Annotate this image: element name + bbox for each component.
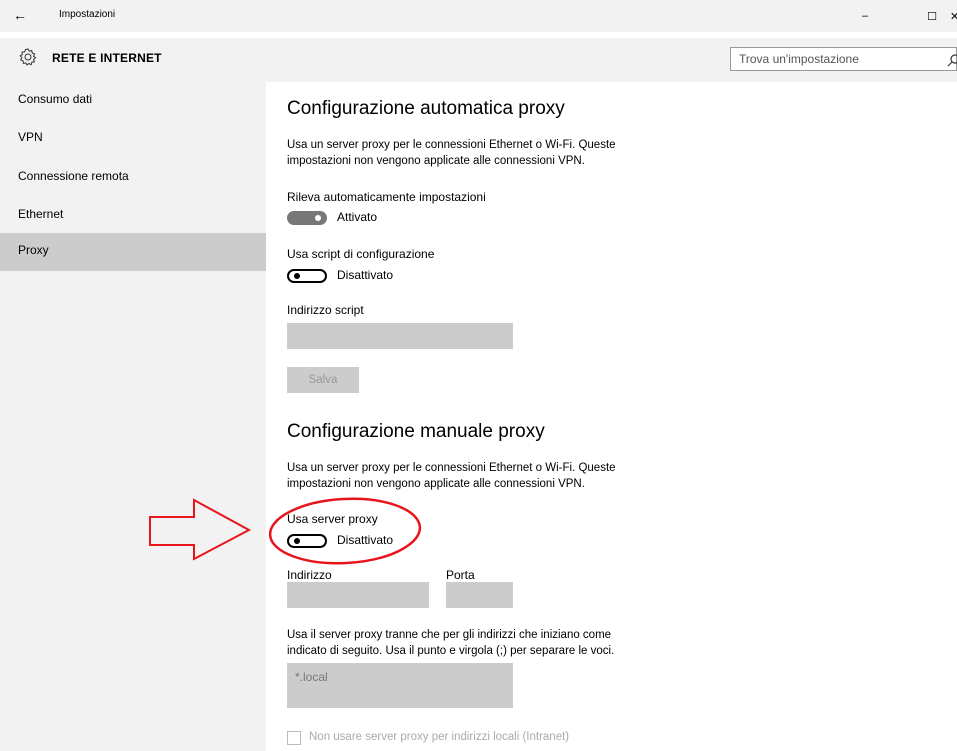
manual-proxy-heading: Configurazione manuale proxy [287,421,545,442]
annotation-ellipse [268,497,422,565]
script-address-input[interactable] [287,323,513,349]
detect-settings-toggle[interactable] [287,211,327,225]
sidebar-item-consumo-dati[interactable]: Consumo dati [0,82,266,120]
page-header: RETE E INTERNET [0,38,957,82]
port-input[interactable] [446,582,513,608]
sidebar-item-label: Connessione remota [18,169,129,183]
auto-proxy-description-line-1: Usa un server proxy per le connessioni E… [287,139,616,151]
sidebar-item-connessione-remota[interactable]: Connessione remota [0,159,266,197]
close-button[interactable]: ✕ [950,0,957,32]
search-input[interactable] [739,52,939,66]
bypass-local-checkbox[interactable] [287,731,301,745]
maximize-icon: ☐ [927,10,937,23]
auto-proxy-description-line-2: impostazioni non vengono applicate alle … [287,155,585,167]
manual-proxy-description-line-1: Usa un server proxy per le connessioni E… [287,462,616,474]
sidebar-item-label: Consumo dati [18,92,93,106]
config-script-toggle[interactable] [287,269,327,283]
sidebar-item-label: Ethernet [18,207,64,221]
config-script-label: Usa script di configurazione [287,247,435,261]
manual-proxy-description-line-2: impostazioni non vengono applicate alle … [287,478,585,490]
minimize-icon: – [861,10,869,22]
toggle-knob [294,538,300,544]
use-proxy-toggle-row: Disattivato [287,532,487,550]
detect-settings-label: Rileva automaticamente impostazioni [287,190,486,204]
port-label: Porta [446,568,475,582]
window-title: Impostazioni [59,9,116,20]
toggle-knob [315,215,321,221]
title-bar: ← Impostazioni – ☐ ✕ [0,0,957,32]
auto-proxy-heading: Configurazione automatica proxy [287,98,565,119]
use-proxy-state: Disattivato [337,533,394,547]
gear-icon [19,48,37,66]
address-input[interactable] [287,582,429,608]
maximize-button[interactable]: ☐ [909,0,955,32]
sidebar-item-label: VPN [18,130,43,144]
close-icon: ✕ [950,10,957,23]
detect-settings-state: Attivato [337,210,378,224]
exceptions-textarea[interactable]: *.local [287,663,513,708]
detect-settings-toggle-row: Attivato [287,209,487,227]
sidebar-item-label: Proxy [18,243,49,257]
search-icon[interactable] [947,53,957,67]
bypass-local-row: Non usare server proxy per indirizzi loc… [287,730,687,746]
search-box[interactable] [730,47,957,71]
sidebar-item-proxy[interactable]: Proxy [0,233,266,271]
back-button[interactable]: ← [8,4,32,26]
config-script-toggle-row: Disattivato [287,267,487,285]
address-label: Indirizzo [287,568,332,582]
sidebar: Consumo dati VPN Connessione remota Ethe… [0,82,266,751]
page-title: RETE E INTERNET [52,51,162,65]
exceptions-description-line-2: indicato di seguito. Usa il punto e virg… [287,645,615,657]
sidebar-item-vpn[interactable]: VPN [0,120,266,158]
toggle-knob [294,273,300,279]
save-button[interactable]: Salva [287,367,359,393]
back-arrow-icon: ← [13,7,27,23]
config-script-state: Disattivato [337,268,394,282]
use-proxy-label: Usa server proxy [287,512,378,526]
exceptions-description-line-1: Usa il server proxy tranne che per gli i… [287,629,612,641]
sidebar-item-ethernet[interactable]: Ethernet [0,197,266,235]
script-address-label: Indirizzo script [287,303,364,317]
bypass-local-label: Non usare server proxy per indirizzi loc… [309,731,570,743]
minimize-button[interactable]: – [842,0,888,32]
use-proxy-toggle[interactable] [287,534,327,548]
